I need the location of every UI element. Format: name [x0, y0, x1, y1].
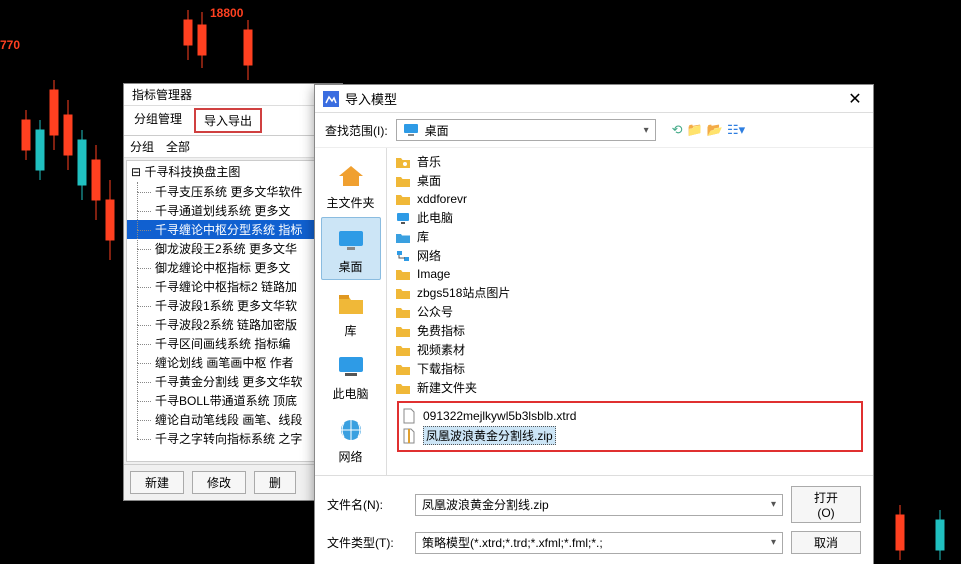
folder-icon	[395, 173, 411, 189]
file-list[interactable]: 音乐桌面xddforevr此电脑库网络Imagezbgs518站点图片公众号免费…	[387, 148, 873, 475]
tree-item[interactable]: 千寻通道划线系统 更多文	[127, 201, 339, 220]
look-in-label: 查找范围(I):	[325, 122, 388, 139]
zip-icon	[401, 428, 417, 444]
tree-item[interactable]: 千寻之字转向指标系统 之字	[127, 429, 339, 448]
price-label-top: 18800	[210, 6, 243, 20]
tree-item[interactable]: 千寻黄金分割线 更多文华软	[127, 372, 339, 391]
folder-icon	[395, 304, 411, 320]
thispc-icon	[395, 210, 411, 226]
file-row[interactable]: 凤凰波浪黄金分割线.zip	[401, 425, 859, 446]
file-row[interactable]: 下载指标	[395, 359, 865, 378]
toolbar-icons: ⟲ 📁 📂 ☷▾	[672, 122, 745, 138]
dialog-titlebar[interactable]: 导入模型 ✕	[315, 85, 873, 113]
tree-item[interactable]: 千寻缠论中枢分型系统 指标	[127, 220, 339, 239]
new-button[interactable]: 新建	[130, 471, 184, 494]
view-menu-icon[interactable]: ☷▾	[727, 122, 745, 138]
network-icon	[333, 412, 369, 448]
place-library[interactable]: 库	[315, 282, 386, 343]
highlighted-file-box: 091322mejlkywl5b3lsblb.xtrd凤凰波浪黄金分割线.zip	[397, 401, 863, 452]
tree-item[interactable]: 千寻BOLL带通道系统 顶底	[127, 391, 339, 410]
indicator-manager-window: 指标管理器 分组管理 导入导出 分组 全部 ⊟ 千寻科技换盘主图 千寻支压系统 …	[123, 83, 343, 501]
delete-button[interactable]: 删	[254, 471, 296, 494]
file-row[interactable]: 此电脑	[395, 208, 865, 227]
tree-item[interactable]: 御龙波段王2系统 更多文华	[127, 239, 339, 258]
modify-button[interactable]: 修改	[192, 471, 246, 494]
folder-icon	[395, 323, 411, 339]
tree-item[interactable]: 千寻支压系统 更多文华软件	[127, 182, 339, 201]
dialog-toolbar: 查找范围(I): 桌面 ▾ ⟲ 📁 📂 ☷▾	[315, 113, 873, 148]
tree-item[interactable]: 千寻波段2系统 链路加密版	[127, 315, 339, 334]
back-icon[interactable]: ⟲	[672, 122, 683, 138]
window-footer: 新建 修改 删	[124, 464, 342, 500]
file-row[interactable]: 公众号	[395, 302, 865, 321]
places-bar: 主文件夹桌面库此电脑网络	[315, 148, 387, 475]
file-icon	[401, 408, 417, 424]
folder-icon	[395, 361, 411, 377]
folder-icon	[395, 342, 411, 358]
up-icon[interactable]: 📁	[687, 122, 703, 138]
tree-item[interactable]: 缠论划线 画笔画中枢 作者	[127, 353, 339, 372]
price-label-side: 770	[0, 38, 20, 52]
subtab-all[interactable]: 全部	[166, 138, 190, 155]
file-row[interactable]: 网络	[395, 246, 865, 265]
place-network[interactable]: 网络	[315, 408, 386, 469]
tabs-row: 分组管理 导入导出	[124, 106, 342, 136]
file-row[interactable]: 视频素材	[395, 340, 865, 359]
tree-item[interactable]: 千寻缠论中枢指标2 链路加	[127, 277, 339, 296]
tree-item[interactable]: 千寻波段1系统 更多文华软	[127, 296, 339, 315]
subtab-group[interactable]: 分组	[130, 138, 154, 155]
folder-icon	[395, 285, 411, 301]
file-row[interactable]: 库	[395, 227, 865, 246]
subtabs: 分组 全部	[124, 136, 342, 158]
place-home[interactable]: 主文件夹	[315, 154, 386, 215]
file-row[interactable]: xddforevr	[395, 190, 865, 208]
look-in-combo[interactable]: 桌面 ▾	[396, 119, 656, 141]
filename-label: 文件名(N):	[327, 496, 407, 513]
folder-icon	[395, 191, 411, 207]
library-icon	[395, 229, 411, 245]
file-row[interactable]: zbgs518站点图片	[395, 283, 865, 302]
chevron-down-icon: ▾	[644, 125, 649, 136]
network-icon	[395, 248, 411, 264]
file-row[interactable]: 091322mejlkywl5b3lsblb.xtrd	[401, 407, 859, 425]
cancel-button[interactable]: 取消	[791, 531, 861, 554]
file-row[interactable]: 桌面	[395, 171, 865, 190]
filetype-combo[interactable]: 策略模型(*.xtrd;*.trd;*.xfml;*.fml;*.; ▾	[415, 532, 783, 554]
tab-import-export[interactable]: 导入导出	[194, 108, 262, 133]
file-row[interactable]: 新建文件夹	[395, 378, 865, 397]
thispc-icon	[333, 349, 369, 385]
filetype-label: 文件类型(T):	[327, 534, 407, 551]
indicator-tree[interactable]: ⊟ 千寻科技换盘主图 千寻支压系统 更多文华软件千寻通道划线系统 更多文千寻缠论…	[126, 160, 340, 462]
window-title: 指标管理器	[124, 84, 342, 106]
filename-combo[interactable]: 凤凰波浪黄金分割线.zip ▾	[415, 494, 783, 516]
tree-item[interactable]: 千寻区间画线系统 指标编	[127, 334, 339, 353]
folder-music-icon	[395, 154, 411, 170]
open-button[interactable]: 打开(O)	[791, 486, 861, 523]
tree-item[interactable]: 御龙缠论中枢指标 更多文	[127, 258, 339, 277]
desktop-icon	[403, 123, 419, 137]
place-desktop[interactable]: 桌面	[321, 217, 381, 280]
dialog-footer: 文件名(N): 凤凰波浪黄金分割线.zip ▾ 打开(O) 文件类型(T): 策…	[315, 475, 873, 564]
file-row[interactable]: 免费指标	[395, 321, 865, 340]
library-icon	[333, 286, 369, 322]
place-thispc[interactable]: 此电脑	[315, 345, 386, 406]
close-button[interactable]: ✕	[845, 89, 865, 109]
tree-root[interactable]: ⊟ 千寻科技换盘主图	[127, 161, 339, 182]
desktop-icon	[333, 222, 369, 258]
file-row[interactable]: Image	[395, 265, 865, 283]
import-model-dialog: 导入模型 ✕ 查找范围(I): 桌面 ▾ ⟲ 📁 📂 ☷▾ 主文件夹桌面库此电脑…	[314, 84, 874, 564]
tab-group-mgmt[interactable]: 分组管理	[124, 106, 192, 135]
tree-item[interactable]: 缠论自动笔线段 画笔、线段	[127, 410, 339, 429]
folder-icon	[395, 266, 411, 282]
file-row[interactable]: 音乐	[395, 152, 865, 171]
folder-icon	[395, 380, 411, 396]
dialog-title: 导入模型	[345, 89, 845, 108]
app-icon	[323, 91, 339, 107]
home-icon	[333, 158, 369, 194]
new-folder-icon[interactable]: 📂	[707, 122, 723, 138]
